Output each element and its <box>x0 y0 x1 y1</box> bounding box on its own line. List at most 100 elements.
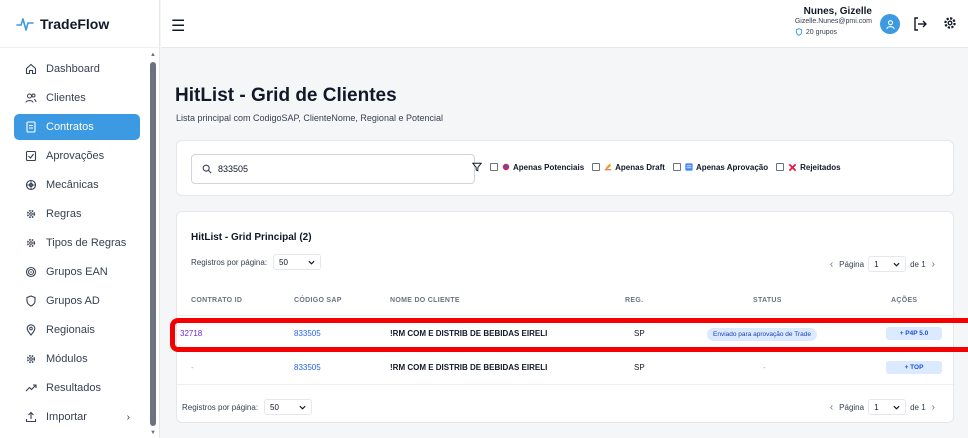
user-icon <box>885 19 895 29</box>
approval-icon <box>685 163 693 171</box>
sidebar-nav: Dashboard Clientes Contratos Aprovações … <box>0 56 150 433</box>
sidebar-item-grupos-ean[interactable]: Grupos EAN <box>14 259 140 285</box>
draft-icon <box>604 163 612 171</box>
menu-icon[interactable]: ☰ <box>171 16 185 36</box>
sidebar-item-resultados[interactable]: Resultados <box>14 375 140 401</box>
per-page-select[interactable]: 50 <box>264 399 313 415</box>
page-select[interactable]: 1 <box>868 399 907 415</box>
cliente-nome: !RM COM E DISTRIB DE BEBIDAS EIRELI <box>390 363 548 372</box>
filter-apenas-potenciais[interactable]: Apenas Potenciais <box>490 163 584 172</box>
row-divider <box>177 315 955 316</box>
sidebar-scrollbar[interactable]: ▲ ▼ <box>149 52 157 436</box>
filter-rejeitados[interactable]: Rejeitados <box>776 162 841 172</box>
chevron-right-icon: › <box>126 411 130 423</box>
sidebar-item-mecanicas[interactable]: Mecânicas <box>14 172 140 198</box>
filter-label: Rejeitados <box>800 162 841 172</box>
checkbox[interactable] <box>490 163 498 171</box>
page-value: 1 <box>874 402 879 412</box>
sidebar-item-label: Dashboard <box>46 63 100 75</box>
sidebar-item-regras[interactable]: Regras <box>14 201 140 227</box>
column-header-codigo-sap[interactable]: CÓDIGO SAP <box>294 297 342 304</box>
column-header-status[interactable]: STATUS <box>753 297 782 304</box>
filter-apenas-draft[interactable]: Apenas Draft <box>592 163 665 172</box>
per-page-value: 50 <box>270 402 279 412</box>
row-divider <box>177 384 955 385</box>
search-icon <box>202 164 212 174</box>
sidebar-item-regionais[interactable]: Regionais <box>14 317 140 343</box>
page-select[interactable]: 1 <box>868 256 907 272</box>
document-icon <box>24 120 38 134</box>
app-root: TradeFlow Dashboard Clientes Contratos A… <box>0 0 968 438</box>
checkbox[interactable] <box>592 163 601 171</box>
sidebar-item-label: Clientes <box>46 92 86 104</box>
checkbox[interactable] <box>672 163 681 171</box>
filter-label: Apenas Aprovação <box>695 162 769 172</box>
grid-card: HitList - Grid Principal (2) Registros p… <box>176 211 955 423</box>
pulse-logo-icon <box>16 17 34 31</box>
page-of: de 1 <box>910 259 926 269</box>
page-label: Página <box>839 259 865 269</box>
home-icon <box>24 62 38 76</box>
page-of: de 1 <box>910 402 926 412</box>
sidebar-item-contratos[interactable]: Contratos <box>14 114 140 140</box>
prev-page-icon[interactable]: ‹ <box>824 402 839 413</box>
per-page-value: 50 <box>279 257 288 267</box>
add-top-button[interactable]: + TOP <box>886 361 942 374</box>
sidebar: TradeFlow Dashboard Clientes Contratos A… <box>0 0 160 438</box>
user-info: Nunes, Gizelle Gizelle.Nunes@pmi.com 20 … <box>795 6 872 36</box>
codigo-sap-link[interactable]: 833505 <box>294 363 321 372</box>
sidebar-item-aprovacoes[interactable]: Aprovações <box>14 143 140 169</box>
pager-top: ‹ Página 1 de 1 › <box>824 256 941 272</box>
gear-icon <box>24 236 38 250</box>
per-page-select[interactable]: 50 <box>273 254 322 270</box>
scroll-down-icon[interactable]: ▼ <box>149 430 157 436</box>
sidebar-item-label: Tipos de Regras <box>46 237 127 249</box>
scroll-up-icon[interactable]: ▲ <box>149 52 157 58</box>
scrollbar-thumb[interactable] <box>150 62 156 426</box>
sidebar-item-label: Contratos <box>46 121 94 133</box>
map-pin-icon <box>24 323 38 337</box>
gear-icon <box>24 352 38 366</box>
page-value: 1 <box>874 259 879 269</box>
per-page-label: Registros por página: <box>182 402 259 412</box>
user-email: Gizelle.Nunes@pmi.com <box>794 18 872 25</box>
brand[interactable]: TradeFlow <box>0 0 159 48</box>
column-header-reg[interactable]: REG. <box>625 297 643 304</box>
checkbox[interactable] <box>776 163 785 171</box>
prev-page-icon[interactable]: ‹ <box>824 259 839 270</box>
reject-icon <box>788 163 797 172</box>
contrato-id: - <box>191 363 194 372</box>
page-subtitle: Lista principal com CodigoSAP, ClienteNo… <box>176 113 443 123</box>
settings-gear-icon[interactable] <box>942 15 958 31</box>
user-groups[interactable]: 20 grupos <box>795 28 872 36</box>
search-input[interactable] <box>218 164 458 174</box>
next-page-icon[interactable]: › <box>926 259 941 270</box>
cog-icon <box>24 178 38 192</box>
user-groups-label: 20 grupos <box>805 28 837 36</box>
column-header-acoes[interactable]: AÇÕES <box>891 297 917 304</box>
sidebar-item-clientes[interactable]: Clientes <box>14 85 140 111</box>
check-square-icon <box>24 149 38 163</box>
sidebar-item-dashboard[interactable]: Dashboard <box>14 56 140 82</box>
filter-apenas-aprovacao[interactable]: Apenas Aprovação <box>672 162 769 172</box>
sidebar-item-label: Grupos AD <box>46 295 100 307</box>
sidebar-item-grupos-ad[interactable]: Grupos AD <box>14 288 140 314</box>
filter-icon[interactable] <box>472 162 482 172</box>
column-header-nome-cliente[interactable]: NOME DO CLIENTE <box>390 297 460 304</box>
next-page-icon[interactable]: › <box>926 402 941 413</box>
filter-label: Apenas Draft <box>615 162 665 172</box>
grid-title: HitList - Grid Principal (2) <box>191 232 312 243</box>
avatar[interactable] <box>880 14 900 34</box>
sidebar-item-modulos[interactable]: Módulos <box>14 346 140 372</box>
shield-icon <box>795 28 802 36</box>
sidebar-item-tipos-de-regras[interactable]: Tipos de Regras <box>14 230 140 256</box>
shield-icon <box>24 294 38 308</box>
logout-icon[interactable] <box>912 16 928 32</box>
sidebar-item-importar[interactable]: Importar › <box>14 404 140 430</box>
chevron-down-icon <box>299 405 306 410</box>
gear-icon <box>24 207 38 221</box>
filter-label: Apenas Potenciais <box>513 162 585 172</box>
per-page-top: Registros por página: 50 <box>191 254 322 270</box>
column-header-contrato-id[interactable]: CONTRATO ID <box>191 297 242 304</box>
search-box[interactable] <box>191 154 475 184</box>
